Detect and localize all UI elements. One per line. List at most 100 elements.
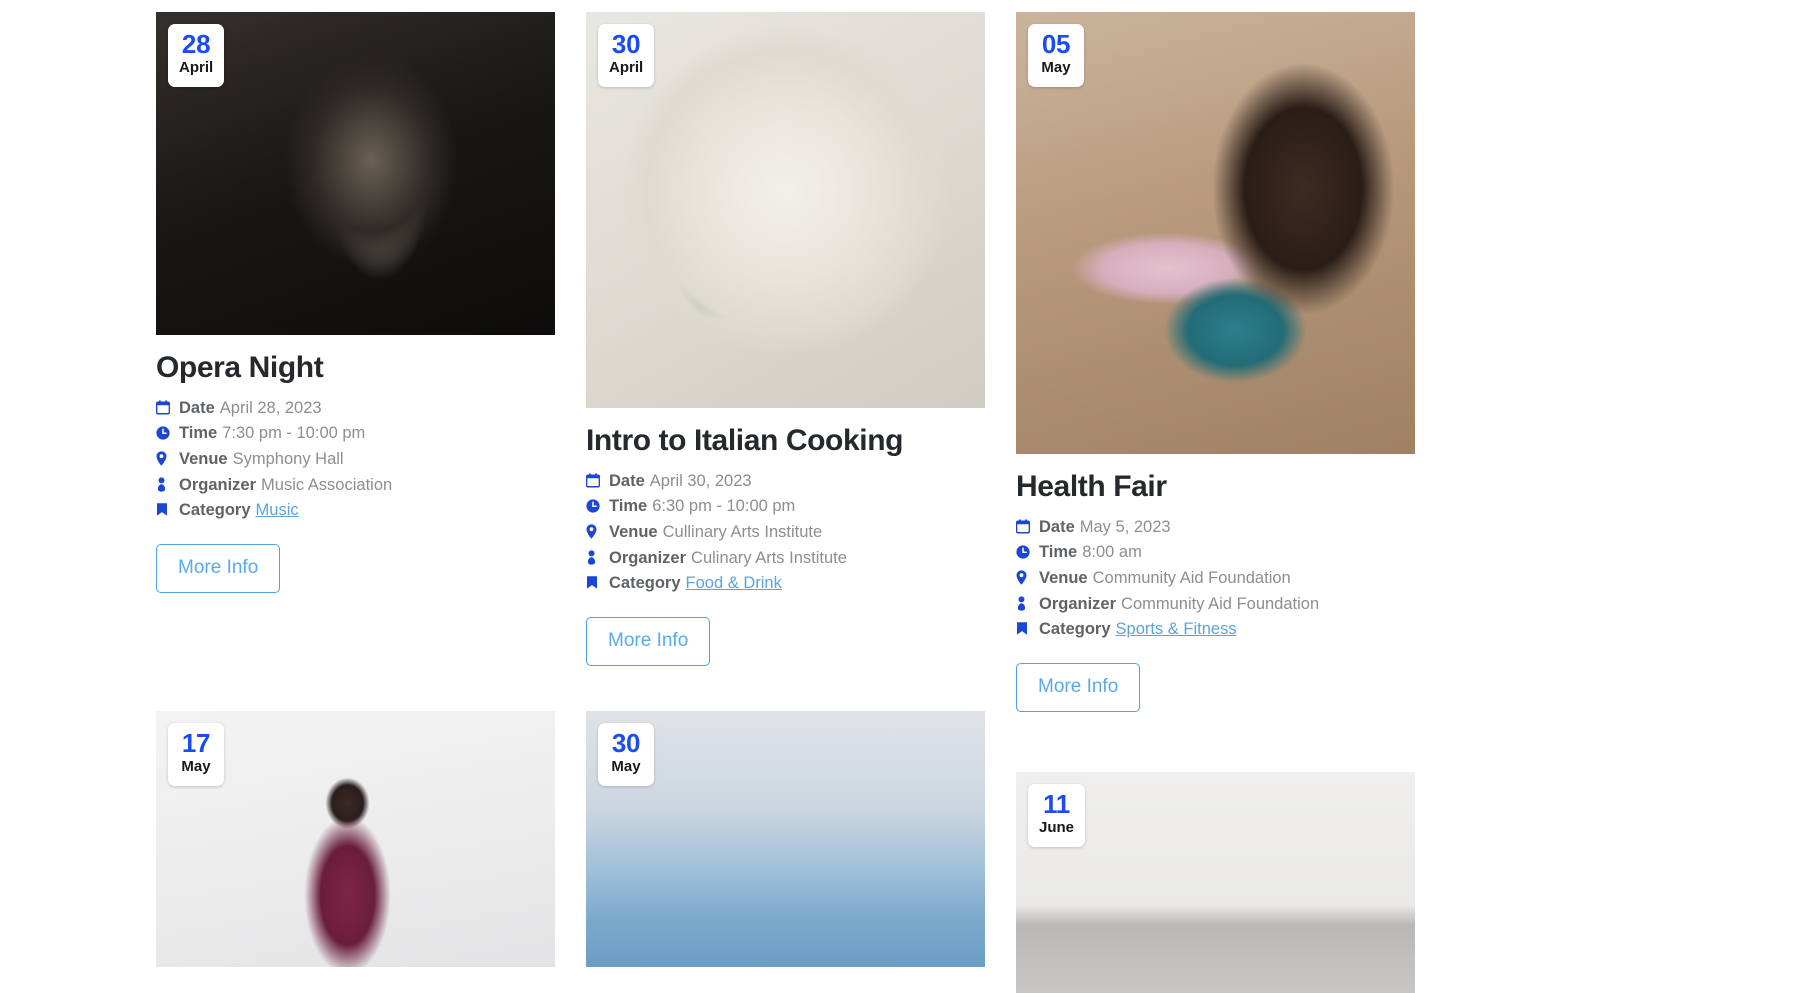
event-venue-row: Venue Cullinary Arts Institute — [586, 520, 985, 546]
events-column-1: 28 April Opera Night Date April 28, 2023 — [156, 12, 555, 993]
event-organizer-row: Organizer Community Aid Foundation — [1016, 592, 1415, 618]
category-label: Category — [1039, 620, 1111, 639]
venue-label: Venue — [609, 522, 658, 541]
venue-value: Cullinary Arts Institute — [662, 522, 823, 541]
event-date-row: Date May 5, 2023 — [1016, 515, 1415, 541]
badge-month: April — [179, 59, 214, 77]
category-label: Category — [609, 574, 681, 593]
map-pin-icon — [156, 451, 173, 466]
time-value: 8:00 am — [1082, 543, 1142, 562]
organizer-label: Organizer — [1039, 594, 1117, 613]
event-date-badge: 05 May — [1028, 24, 1084, 87]
clock-icon — [1016, 545, 1033, 559]
organizer-value: Music Association — [261, 475, 393, 494]
event-date-badge: 17 May — [168, 722, 224, 786]
event-image-wrap[interactable]: 30 April — [586, 12, 985, 408]
events-column-3: 05 May Health Fair Date May 5, 2023 Time… — [1016, 12, 1415, 993]
event-category-row: Category Food & Drink — [586, 571, 985, 597]
organizer-value: Community Aid Foundation — [1121, 594, 1320, 613]
person-icon — [156, 477, 173, 492]
date-label: Date — [1039, 517, 1075, 536]
event-venue-row: Venue Symphony Hall — [156, 447, 555, 473]
more-info-button[interactable]: More Info — [156, 544, 281, 593]
organizer-label: Organizer — [179, 475, 257, 494]
venue-value: Community Aid Foundation — [1092, 568, 1291, 587]
category-label: Category — [179, 501, 251, 520]
organizer-value: Culinary Arts Institute — [691, 548, 847, 567]
event-organizer-row: Organizer Culinary Arts Institute — [586, 546, 985, 572]
badge-day: 17 — [181, 727, 211, 758]
events-page: 28 April Opera Night Date April 28, 2023 — [0, 0, 1800, 993]
map-pin-icon — [1016, 570, 1033, 585]
category-link[interactable]: Sports & Fitness — [1116, 617, 1237, 643]
calendar-icon — [586, 472, 603, 488]
event-date-badge: 11 June — [1028, 783, 1086, 847]
event-category-row: Category Sports & Fitness — [1016, 617, 1415, 643]
date-value: May 5, 2023 — [1079, 517, 1171, 536]
badge-month: May — [611, 758, 641, 775]
event-image-wrap[interactable]: 28 April — [156, 12, 555, 335]
badge-day: 05 — [1041, 29, 1071, 59]
event-title: Intro to Italian Cooking — [586, 424, 904, 457]
badge-day: 30 — [611, 727, 641, 758]
bookmark-icon — [1016, 621, 1033, 636]
map-pin-icon — [586, 524, 603, 539]
event-image-wrap[interactable]: 05 May — [1016, 12, 1415, 454]
event-card[interactable]: 30 May — [586, 710, 985, 967]
event-date-row: Date April 28, 2023 — [156, 396, 555, 422]
event-category-row: Category Music — [156, 498, 555, 524]
bookmark-icon — [586, 575, 603, 590]
events-grid: 28 April Opera Night Date April 28, 2023 — [156, 12, 1415, 993]
category-link[interactable]: Food & Drink — [686, 571, 782, 597]
time-label: Time — [609, 497, 648, 516]
event-title: Health Fair — [1016, 470, 1167, 503]
event-card[interactable]: 30 April Intro to Italian Cooking Date A… — [586, 12, 985, 666]
person-icon — [1016, 596, 1033, 611]
clock-icon — [156, 426, 173, 440]
event-card[interactable]: 28 April Opera Night Date April 28, 2023 — [156, 12, 555, 593]
event-card[interactable]: 11 June — [1016, 771, 1415, 993]
calendar-icon — [156, 399, 173, 415]
date-value: April 30, 2023 — [649, 471, 752, 490]
more-info-button[interactable]: More Info — [1016, 663, 1141, 712]
person-icon — [586, 550, 603, 565]
event-date-badge: 28 April — [168, 24, 225, 87]
time-label: Time — [179, 424, 218, 443]
time-value: 7:30 pm - 10:00 pm — [222, 424, 366, 443]
badge-day: 11 — [1043, 788, 1070, 819]
organizer-label: Organizer — [609, 548, 687, 567]
event-date-badge: 30 May — [598, 722, 654, 786]
calendar-icon — [1016, 518, 1033, 534]
category-link[interactable]: Music — [256, 498, 299, 524]
events-column-2: 30 April Intro to Italian Cooking Date A… — [586, 12, 985, 993]
event-image-wrap[interactable]: 30 May — [586, 710, 985, 967]
event-venue-row: Venue Community Aid Foundation — [1016, 566, 1415, 592]
badge-month: May — [1041, 59, 1071, 77]
bookmark-icon — [156, 502, 173, 517]
event-image-wrap[interactable]: 11 June — [1016, 771, 1415, 993]
date-label: Date — [179, 398, 215, 417]
badge-month: June — [1039, 819, 1075, 836]
event-card[interactable]: 05 May Health Fair Date May 5, 2023 Time… — [1016, 12, 1415, 712]
more-info-button[interactable]: More Info — [586, 617, 711, 666]
venue-label: Venue — [1039, 568, 1088, 587]
event-card[interactable]: 17 May — [156, 710, 555, 967]
event-date-badge: 30 April — [598, 24, 655, 87]
event-organizer-row: Organizer Music Association — [156, 473, 555, 499]
badge-day: 30 — [611, 29, 641, 59]
event-time-row: Time 6:30 pm - 10:00 pm — [586, 494, 985, 520]
event-time-row: Time 8:00 am — [1016, 540, 1415, 566]
badge-month: April — [609, 59, 644, 77]
time-label: Time — [1039, 543, 1078, 562]
event-time-row: Time 7:30 pm - 10:00 pm — [156, 421, 555, 447]
clock-icon — [586, 499, 603, 513]
date-value: April 28, 2023 — [219, 398, 322, 417]
date-label: Date — [609, 471, 645, 490]
time-value: 6:30 pm - 10:00 pm — [652, 497, 796, 516]
event-image-wrap[interactable]: 17 May — [156, 710, 555, 967]
event-title: Opera Night — [156, 351, 324, 384]
venue-value: Symphony Hall — [232, 449, 344, 468]
venue-label: Venue — [179, 449, 228, 468]
badge-day: 28 — [181, 29, 211, 59]
event-date-row: Date April 30, 2023 — [586, 469, 985, 495]
